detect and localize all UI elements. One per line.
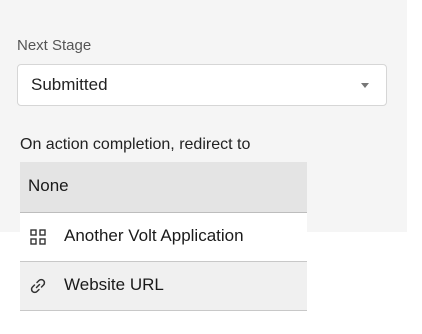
menu-item-another-volt-application[interactable]: Another Volt Application — [20, 213, 307, 262]
menu-item-website-url[interactable]: Website URL — [20, 262, 307, 311]
next-stage-label: Next Stage — [17, 37, 92, 54]
next-stage-value: Submitted — [31, 75, 108, 94]
next-stage-select[interactable]: Submitted — [17, 64, 387, 106]
menu-item-none[interactable]: None — [20, 162, 307, 213]
redirect-dropdown-menu: None Another Volt Application Website UR… — [20, 162, 307, 311]
app-grid-icon — [30, 229, 46, 245]
menu-item-label: None — [28, 176, 69, 195]
redirect-label: On action completion, redirect to — [20, 136, 251, 153]
chevron-down-icon — [361, 83, 369, 88]
link-icon — [30, 278, 46, 294]
menu-item-label: Website URL — [64, 275, 164, 294]
menu-item-label: Another Volt Application — [64, 226, 244, 245]
